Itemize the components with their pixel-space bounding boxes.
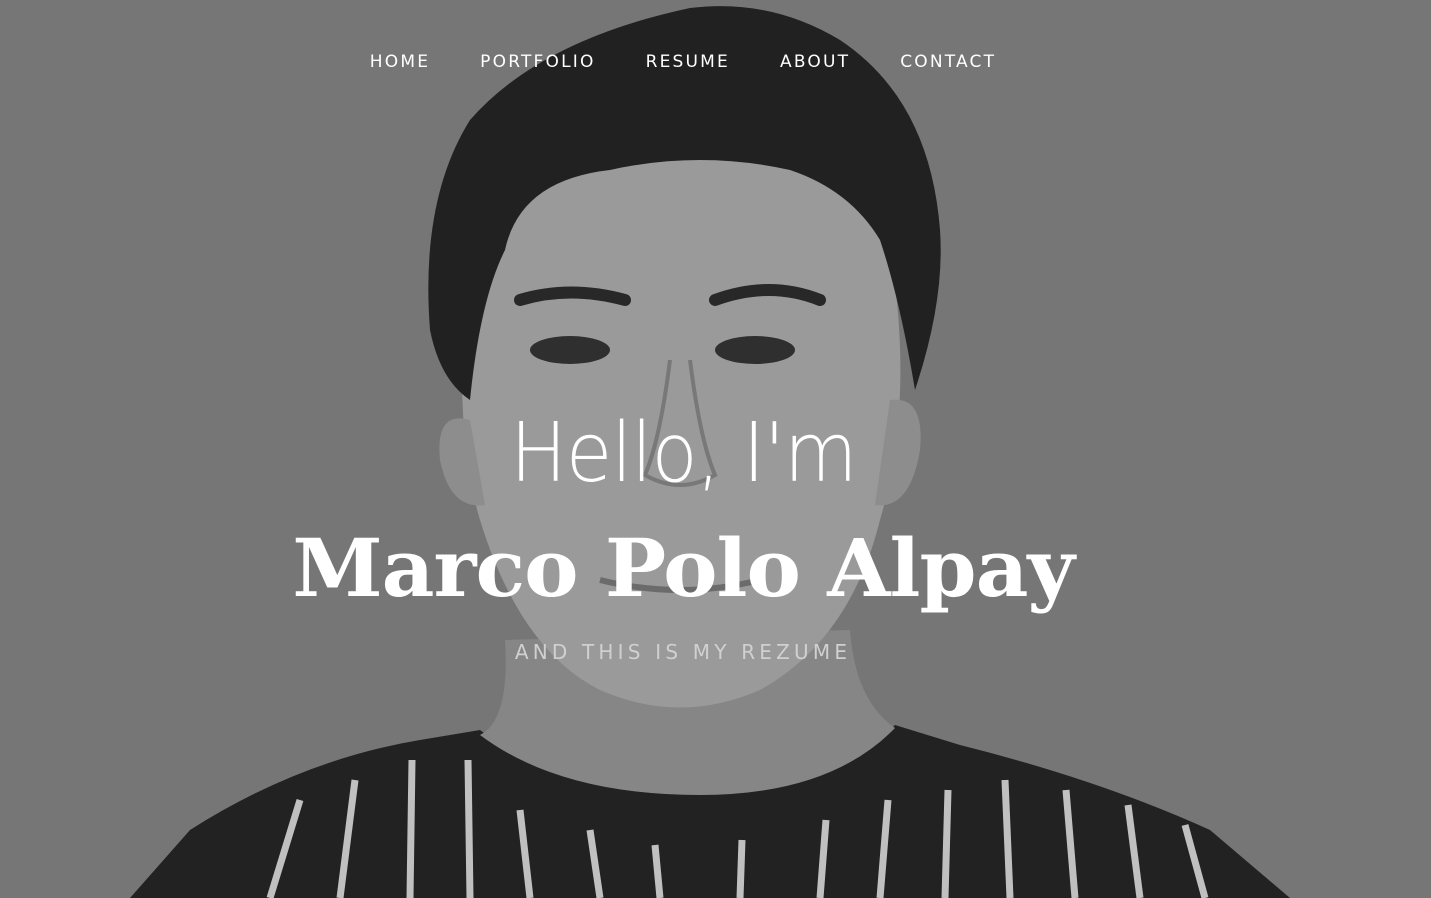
nav-item-contact[interactable]: CONTACT [875,48,1021,76]
nav-item-resume[interactable]: RESUME [621,48,755,76]
banner-tagline: AND THIS IS MY REZUME [514,640,852,664]
banner-greeting: Hello, I'm [0,404,1366,504]
nav-item-home[interactable]: HOME [345,48,455,76]
main-nav: HOME PORTFOLIO RESUME ABOUT CONTACT [0,48,1366,76]
name-text: Marco Polo Alpay [292,521,1074,615]
nav-item-about[interactable]: ABOUT [755,48,875,76]
greeting-text: Hello, I'm [509,406,857,501]
banner-name: Marco Polo Alpay [0,520,1366,616]
nav-item-portfolio[interactable]: PORTFOLIO [455,48,620,76]
